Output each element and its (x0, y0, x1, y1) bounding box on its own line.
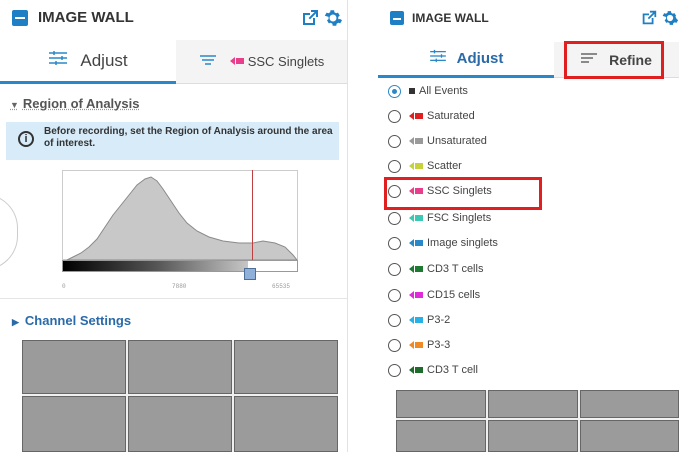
axis-tick-min: 0 (62, 283, 66, 290)
cell-thumbnail[interactable] (396, 390, 486, 418)
population-color-swatch (409, 289, 423, 301)
cell-thumbnail[interactable] (234, 396, 338, 452)
population-item-cd3-t-cell[interactable]: CD3 T cell (388, 359, 478, 381)
panel-title: IMAGE WALL (412, 11, 489, 25)
radio-button[interactable] (388, 159, 401, 173)
side-collapse-tab[interactable] (0, 194, 18, 270)
info-icon: i (18, 131, 34, 147)
radio-button[interactable] (388, 236, 401, 250)
tab-refine-label: Refine (609, 51, 652, 68)
cell-thumbnail[interactable] (580, 420, 679, 452)
radio-button[interactable] (388, 363, 401, 377)
info-text: Before recording, set the Region of Anal… (44, 126, 333, 149)
population-color-swatch (409, 85, 415, 97)
population-item-ssc-singlets[interactable]: SSC Singlets (388, 180, 492, 202)
filter-lines-icon (581, 51, 598, 69)
cell-thumbnail[interactable] (488, 390, 578, 418)
population-color-swatch (409, 339, 423, 351)
range-slider-handle[interactable] (244, 268, 256, 280)
radio-button[interactable] (388, 184, 401, 198)
minimize-icon[interactable] (12, 10, 28, 26)
radio-button[interactable] (388, 288, 401, 302)
radio-button[interactable] (388, 134, 401, 148)
cell-thumbnail[interactable] (396, 420, 486, 452)
population-color-swatch (409, 110, 423, 122)
tab-bar: Adjust Refine (378, 42, 679, 78)
population-item-unsaturated[interactable]: Unsaturated (388, 130, 487, 152)
population-item-fsc-singlets[interactable]: FSC Singlets (388, 207, 491, 229)
population-color-swatch (409, 237, 423, 249)
cell-thumbnail[interactable] (488, 420, 578, 452)
population-item-saturated[interactable]: Saturated (388, 105, 475, 127)
tab-adjust-label: Adjust (456, 50, 504, 67)
gear-icon[interactable] (661, 9, 679, 27)
cell-thumbnail[interactable] (580, 390, 679, 418)
population-item-all-events[interactable]: All Events (388, 80, 468, 102)
image-thumbnail-grid (396, 390, 679, 452)
cell-thumbnail[interactable] (128, 340, 232, 394)
population-color-swatch (409, 212, 423, 224)
panel-header: IMAGE WALL (378, 0, 679, 34)
image-thumbnail-grid (22, 340, 338, 452)
cell-thumbnail[interactable] (128, 396, 232, 452)
radio-button[interactable] (388, 338, 401, 352)
region-of-analysis-label: Region of Analysis (22, 96, 140, 111)
tab-adjust[interactable]: Adjust (0, 40, 176, 84)
tab-adjust-label: Adjust (80, 50, 128, 70)
population-color-swatch (409, 135, 423, 147)
cell-thumbnail[interactable] (22, 396, 126, 452)
intensity-histogram[interactable] (62, 170, 299, 261)
image-wall-panel-right: IMAGE WALL Adjust Refine All Events Satu… (378, 0, 679, 452)
population-color-swatch (409, 185, 423, 197)
info-banner: i Before recording, set the Region of An… (6, 122, 339, 160)
radio-button[interactable] (388, 262, 401, 276)
region-of-analysis-toggle[interactable]: ▼ Region of Analysis (10, 96, 139, 111)
population-item-cd15-cells[interactable]: CD15 cells (388, 284, 480, 306)
cell-thumbnail[interactable] (22, 340, 126, 394)
channel-settings-label: Channel Settings (24, 313, 132, 328)
population-color-swatch (229, 53, 244, 71)
range-marker-line (252, 170, 253, 270)
population-item-p3-2[interactable]: P3-2 (388, 309, 450, 331)
external-link-icon[interactable] (300, 8, 320, 28)
tab-bar: Adjust SSC Singlets (0, 40, 347, 84)
minimize-icon[interactable] (390, 11, 404, 25)
divider (0, 298, 347, 299)
population-item-p3-3[interactable]: P3-3 (388, 334, 450, 356)
tab-refine[interactable]: Refine (554, 42, 679, 78)
image-wall-panel-left: IMAGE WALL Adjust SSC Singlets ▼ Region o… (0, 0, 348, 452)
radio-button[interactable] (388, 313, 401, 327)
tab-population[interactable]: SSC Singlets (176, 40, 347, 84)
population-color-swatch (409, 263, 423, 275)
population-item-cd3-t-cells[interactable]: CD3 T cells (388, 258, 483, 280)
population-color-swatch (409, 364, 423, 376)
channel-settings-toggle[interactable]: ▶ Channel Settings (12, 313, 131, 328)
axis-tick-mid: 7880 (172, 283, 187, 290)
cell-thumbnail[interactable] (234, 340, 338, 394)
population-color-swatch (409, 160, 423, 172)
external-link-icon[interactable] (640, 9, 658, 27)
caret-down-icon: ▼ (10, 100, 19, 110)
radio-button[interactable] (388, 84, 401, 98)
tab-adjust[interactable]: Adjust (378, 42, 554, 78)
panel-header: IMAGE WALL (0, 0, 347, 36)
population-item-image-singlets[interactable]: Image singlets (388, 232, 498, 254)
radio-button[interactable] (388, 211, 401, 225)
sliders-icon (429, 49, 447, 68)
sliders-icon (48, 50, 68, 71)
axis-tick-max: 65535 (272, 283, 291, 290)
caret-right-icon: ▶ (12, 317, 19, 327)
tab-population-label: SSC Singlets (247, 54, 325, 69)
filter-lines-icon (199, 53, 216, 71)
gear-icon[interactable] (323, 8, 343, 28)
histogram-plot (66, 176, 299, 261)
population-color-swatch (409, 314, 423, 326)
population-item-scatter[interactable]: Scatter (388, 155, 462, 177)
radio-button[interactable] (388, 109, 401, 123)
panel-title: IMAGE WALL (38, 9, 134, 26)
